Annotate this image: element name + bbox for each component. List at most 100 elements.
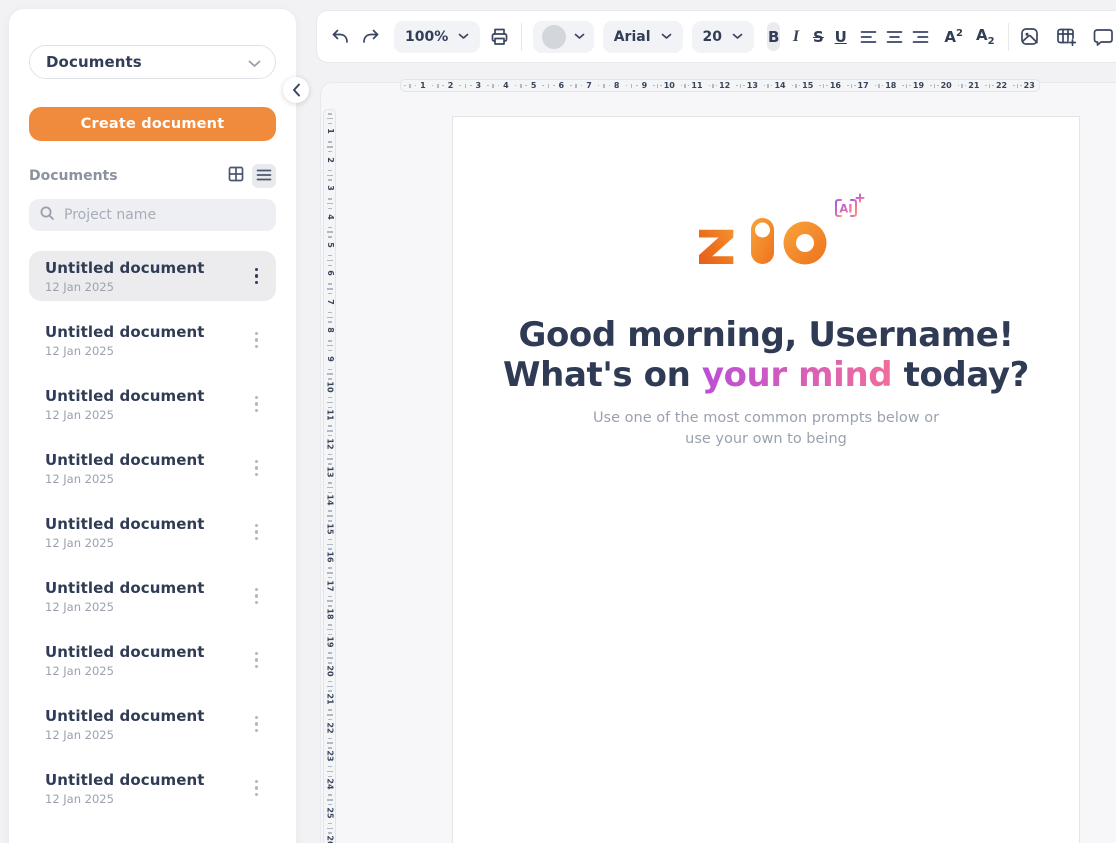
horizontal-ruler: 1234567891011121314151617181920212223 [400,79,1040,92]
list-view-icon [256,167,272,186]
vertical-ruler: 1234567891011121314151617181920212223242… [323,109,336,843]
document-menu-button[interactable] [249,710,265,739]
document-title: Untitled document [45,259,249,277]
greeting-heading: Good morning, Username! What's on your m… [453,315,1079,395]
document-title: Untitled document [45,451,249,469]
editor-canvas: 1234567891011121314151617181920212223 12… [320,82,1116,843]
superscript-button[interactable]: A2 [942,26,965,48]
subscript-label: A [976,26,988,44]
document-date: 12 Jan 2025 [45,792,249,806]
chevron-down-icon [732,29,743,44]
zio-logo: z AI [699,209,833,273]
greeting-line2-after: today? [892,355,1029,395]
document-menu-button[interactable] [249,326,265,355]
document-title: Untitled document [45,515,249,533]
subscript-mark: 2 [988,36,995,47]
font-size-value: 20 [703,29,722,45]
list-view-toggle[interactable] [252,164,276,188]
document-menu-button[interactable] [249,262,265,291]
document-date: 12 Jan 2025 [45,536,249,550]
document-list-item[interactable]: Untitled document 12 Jan 2025 [29,571,276,621]
bold-button[interactable]: B [767,22,780,51]
document-title: Untitled document [45,707,249,725]
comment-button[interactable] [1092,23,1114,51]
document-date: 12 Jan 2025 [45,408,249,422]
ai-badge: AI [831,193,865,227]
search-input[interactable] [64,207,266,223]
create-document-button[interactable]: Create document [29,107,276,141]
sidebar: Documents Create document Documents Unti… [8,8,297,843]
strikethrough-button[interactable]: S [812,22,825,51]
document-list-item[interactable]: Untitled document 12 Jan 2025 [29,507,276,557]
ai-badge-text: AI [839,202,852,216]
document-list-item[interactable]: Untitled document 12 Jan 2025 [29,635,276,685]
document-menu-button[interactable] [249,774,265,803]
font-size-select[interactable]: 20 [692,21,754,53]
document-list-item[interactable]: Untitled document 12 Jan 2025 [29,315,276,365]
superscript-mark: 2 [956,28,963,39]
logo-letter-z: z [699,209,737,269]
document-search[interactable] [29,199,276,231]
document-date: 12 Jan 2025 [45,664,249,678]
document-title: Untitled document [45,579,249,597]
chevron-down-icon [248,53,261,72]
insert-image-button[interactable] [1019,23,1040,51]
font-family-select[interactable]: Arial [603,21,683,53]
greeting-line2-before: What's on [503,355,702,395]
grid-view-toggle[interactable] [224,164,248,188]
document-menu-button[interactable] [249,518,265,547]
document-date: 12 Jan 2025 [45,472,249,486]
document-page[interactable]: z AI [452,116,1080,843]
subscript-button[interactable]: A2 [974,24,997,49]
sidebar-collapse-button[interactable] [283,77,309,103]
document-date: 12 Jan 2025 [45,280,249,294]
document-menu-button[interactable] [249,454,265,483]
document-title: Untitled document [45,643,249,661]
document-list-item[interactable]: Untitled document 12 Jan 2025 [29,379,276,429]
documents-list: Untitled document 12 Jan 2025 Untitled d… [29,251,276,813]
text-color-select[interactable] [533,21,594,53]
documents-list-header: Documents [29,167,276,185]
grid-view-icon [228,166,244,186]
search-icon [39,205,55,225]
zio-logo-mark: z [699,209,833,269]
document-title: Untitled document [45,387,249,405]
editor-toolbar: 100% Arial 20 B I S U A2 A2 [316,10,1116,63]
document-title: Untitled document [45,771,249,789]
greeting-highlight: your mind [702,355,892,395]
document-menu-button[interactable] [249,582,265,611]
document-menu-button[interactable] [249,646,265,675]
zoom-value: 100% [405,29,448,45]
insert-table-button[interactable] [1055,23,1077,51]
chevron-down-icon [574,29,585,44]
undo-button[interactable] [330,23,351,51]
zoom-select[interactable]: 100% [394,21,480,53]
document-date: 12 Jan 2025 [45,600,249,614]
print-button[interactable] [489,23,510,51]
collection-select[interactable]: Documents [29,45,276,79]
subtitle-line1: Use one of the most common prompts below… [593,410,939,426]
documents-list-label: Documents [29,168,220,184]
align-left-button[interactable] [860,23,877,51]
document-list-item[interactable]: Untitled document 12 Jan 2025 [29,699,276,749]
greeting-line1: Good morning, Username! [518,315,1013,355]
document-list-item[interactable]: Untitled document 12 Jan 2025 [29,443,276,493]
chevron-down-icon [661,29,672,44]
document-title: Untitled document [45,323,249,341]
document-date: 12 Jan 2025 [45,344,249,358]
align-right-button[interactable] [912,23,929,51]
font-family-value: Arial [614,29,651,45]
subtitle-line2: use your own to being [685,431,847,447]
document-date: 12 Jan 2025 [45,728,249,742]
color-swatch [542,25,566,49]
greeting-subtitle: Use one of the most common prompts below… [453,408,1079,450]
chevron-down-icon [458,29,469,44]
document-list-item[interactable]: Untitled document 12 Jan 2025 [29,763,276,813]
document-menu-button[interactable] [249,390,265,419]
underline-button[interactable]: U [834,22,847,51]
align-center-button[interactable] [886,23,903,51]
document-list-item[interactable]: Untitled document 12 Jan 2025 [29,251,276,301]
superscript-label: A [944,28,956,46]
italic-button[interactable]: I [789,22,802,51]
redo-button[interactable] [360,23,381,51]
